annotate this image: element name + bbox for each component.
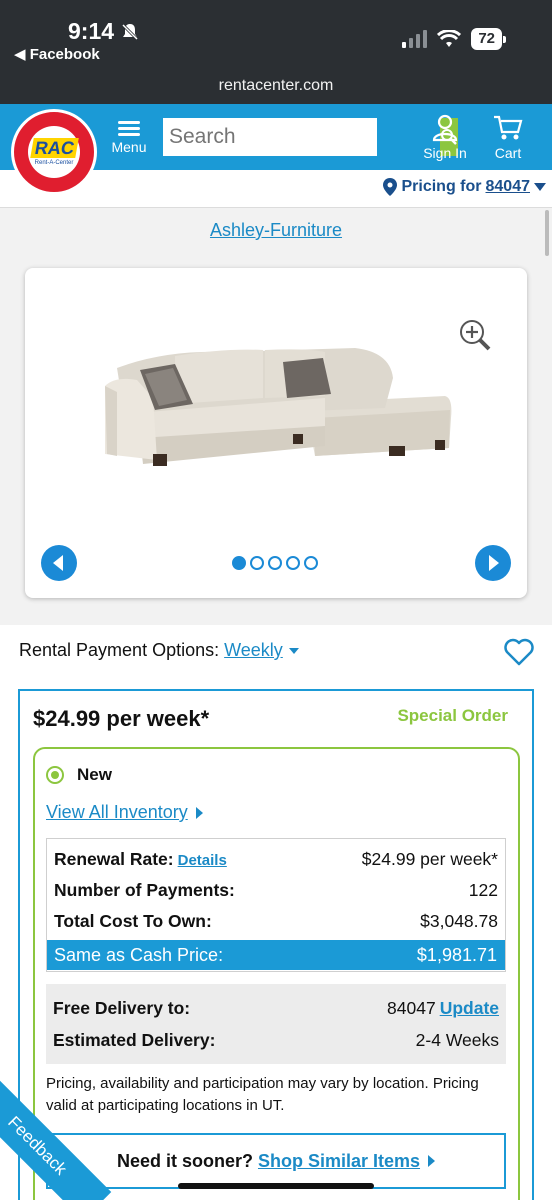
pricing-zip[interactable]: 84047 xyxy=(486,178,531,196)
chevron-down-icon xyxy=(534,183,546,191)
need-it-sooner-box: Need it sooner? Shop Similar Items xyxy=(46,1133,506,1189)
carousel-dot[interactable] xyxy=(268,556,282,570)
user-icon xyxy=(432,114,458,142)
zoom-in-icon[interactable] xyxy=(458,318,492,352)
condition-label: New xyxy=(77,765,112,784)
view-all-inventory-link[interactable]: View All Inventory xyxy=(46,802,203,823)
menu-label: Menu xyxy=(111,139,147,155)
battery-icon: 72 xyxy=(471,28,506,50)
pricing-disclaimer: Pricing, availability and participation … xyxy=(46,1075,479,1114)
carousel-dot[interactable] xyxy=(250,556,264,570)
condition-new-option[interactable]: New xyxy=(46,765,112,785)
chevron-right-icon xyxy=(428,1155,436,1167)
back-to-facebook[interactable]: ◀ Facebook xyxy=(14,45,100,63)
sign-in-label: Sign In xyxy=(423,145,467,161)
carousel-prev-button[interactable] xyxy=(41,545,77,581)
delivery-box: Free Delivery to: 84047 Update Estimated … xyxy=(46,984,506,1064)
total-cost-row: Total Cost To Own: $3,048.78 xyxy=(54,911,498,931)
cart-label: Cart xyxy=(494,145,522,161)
product-image-card xyxy=(25,268,527,598)
brand-link[interactable]: Ashley-Furniture xyxy=(0,220,552,241)
shop-similar-link[interactable]: Shop Similar Items xyxy=(258,1151,420,1172)
hamburger-icon xyxy=(106,121,152,136)
rental-payment-options: Rental Payment Options: Weekly xyxy=(19,640,299,661)
need-it-sooner-label: Need it sooner? xyxy=(116,1150,253,1171)
sign-in-button[interactable]: Sign In xyxy=(420,114,470,161)
renewal-rate-row: Renewal Rate: Details $24.99 per week* xyxy=(54,849,498,869)
rental-options-label: Rental Payment Options: xyxy=(19,640,220,660)
weekly-price: $24.99 per week* xyxy=(33,706,210,731)
estimated-delivery-row: Estimated Delivery: 2-4 Weeks xyxy=(53,1030,499,1050)
delivery-zip: 84047 xyxy=(387,998,436,1018)
home-indicator[interactable] xyxy=(178,1183,374,1189)
total-cost-value: $3,048.78 xyxy=(420,911,498,931)
carousel-dots xyxy=(232,556,318,570)
cash-label: Same as Cash Price: xyxy=(54,944,224,965)
logo-text: RAC xyxy=(29,138,79,158)
renewal-rate-value: $24.99 per week* xyxy=(361,849,498,869)
carousel-next-button[interactable] xyxy=(475,545,511,581)
sofa-image[interactable] xyxy=(25,268,527,598)
cart-icon xyxy=(494,115,523,140)
carousel-dot[interactable] xyxy=(304,556,318,570)
update-zip-link[interactable]: Update xyxy=(440,998,499,1018)
chevron-left-icon xyxy=(53,555,63,571)
delivery-row: Free Delivery to: 84047 Update xyxy=(53,998,499,1018)
estimated-delivery-value: 2-4 Weeks xyxy=(415,1030,499,1050)
carousel-dot[interactable] xyxy=(232,556,246,570)
pricing-location[interactable]: Pricing for 84047 xyxy=(383,178,546,196)
caret-down-icon xyxy=(288,648,299,655)
chevron-right-icon xyxy=(195,807,203,820)
radio-selected-icon[interactable] xyxy=(46,766,64,784)
carousel-dot[interactable] xyxy=(286,556,300,570)
payments-row: Number of Payments: 122 xyxy=(54,880,498,900)
cart-button[interactable]: Cart xyxy=(488,114,528,161)
heart-icon[interactable] xyxy=(503,638,535,666)
search-input[interactable] xyxy=(163,118,440,156)
payments-value: 122 xyxy=(468,880,498,900)
chevron-right-icon xyxy=(489,555,499,571)
same-as-cash-row: Same as Cash Price: $1,981.71 xyxy=(47,940,505,970)
silent-bell-icon xyxy=(121,23,139,40)
wifi-icon xyxy=(437,30,462,47)
cash-value: $1,981.71 xyxy=(416,944,497,965)
frequency-dropdown[interactable]: Weekly xyxy=(224,640,283,660)
menu-button[interactable]: Menu xyxy=(106,118,152,155)
special-order-badge: Special Order xyxy=(397,706,508,725)
url-bar[interactable]: rentacenter.com xyxy=(0,77,552,95)
rac-logo[interactable]: RAC Rent-A-Center xyxy=(11,109,97,195)
logo-subtext: Rent-A-Center xyxy=(34,160,74,166)
location-pin-icon xyxy=(383,178,398,196)
status-time: 9:14 xyxy=(68,18,115,44)
signal-icon xyxy=(402,30,428,48)
status-bar: 9:14 ◀ Facebook 72 rentacenter.com xyxy=(0,0,552,104)
details-link[interactable]: Details xyxy=(178,852,227,869)
search-bar xyxy=(163,118,458,156)
pricing-label: Pricing for xyxy=(401,178,482,195)
